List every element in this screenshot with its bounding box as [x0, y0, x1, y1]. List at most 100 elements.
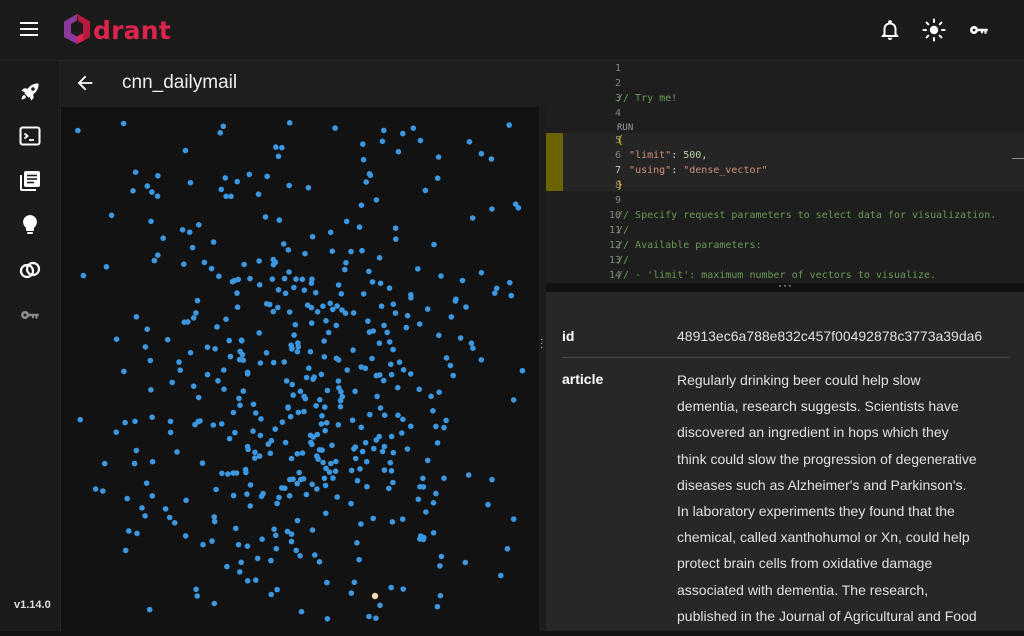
- vector-point[interactable]: [423, 509, 429, 515]
- vector-point[interactable]: [376, 255, 383, 261]
- vector-point[interactable]: [132, 418, 138, 425]
- vector-point[interactable]: [307, 348, 314, 355]
- vector-point[interactable]: [381, 467, 388, 473]
- vector-point[interactable]: [388, 371, 395, 378]
- vector-point[interactable]: [300, 476, 307, 482]
- vector-point[interactable]: [221, 386, 227, 393]
- vector-point[interactable]: [377, 280, 384, 287]
- vector-point[interactable]: [166, 514, 173, 521]
- vector-point[interactable]: [164, 336, 171, 343]
- key-icon[interactable]: [967, 18, 991, 42]
- vector-point[interactable]: [404, 446, 411, 452]
- vector-point[interactable]: [252, 455, 258, 461]
- menu-icon[interactable]: [20, 22, 38, 36]
- vector-point[interactable]: [504, 546, 511, 552]
- vector-point[interactable]: [470, 345, 476, 351]
- vector-point[interactable]: [462, 559, 469, 566]
- vector-point[interactable]: [400, 586, 407, 592]
- vector-point[interactable]: [395, 412, 401, 419]
- vector-point[interactable]: [314, 431, 321, 438]
- vector-point[interactable]: [443, 417, 449, 424]
- vector-point[interactable]: [392, 310, 399, 316]
- code-line[interactable]: 5{: [546, 133, 1024, 148]
- vector-point[interactable]: [299, 276, 306, 283]
- vector-point[interactable]: [512, 201, 519, 207]
- vector-point[interactable]: [204, 344, 211, 350]
- code-editor[interactable]: 1 2 3// Try me! 4 RUN 5{6 "limit": 500, 7 "usi…: [546, 61, 1024, 283]
- vector-point[interactable]: [435, 154, 442, 160]
- vector-point[interactable]: [433, 490, 439, 497]
- vector-point[interactable]: [329, 442, 335, 449]
- vector-point[interactable]: [144, 326, 150, 332]
- vector-point[interactable]: [293, 276, 299, 282]
- vector-point[interactable]: [286, 493, 293, 499]
- vector-point[interactable]: [438, 273, 444, 279]
- vector-point[interactable]: [294, 348, 301, 355]
- vector-point[interactable]: [233, 525, 239, 532]
- vector-point[interactable]: [335, 422, 342, 428]
- vector-point[interactable]: [267, 450, 274, 457]
- vector-point[interactable]: [286, 182, 292, 189]
- vector-point[interactable]: [269, 276, 276, 282]
- vector-point[interactable]: [321, 354, 328, 360]
- vector-point[interactable]: [360, 291, 367, 297]
- vector-point[interactable]: [101, 460, 108, 467]
- vector-point[interactable]: [286, 120, 293, 126]
- vector-point[interactable]: [244, 491, 250, 497]
- vector-point[interactable]: [309, 481, 315, 488]
- vector-point[interactable]: [431, 241, 437, 248]
- vector-point[interactable]: [298, 608, 305, 615]
- vector-point[interactable]: [324, 387, 331, 394]
- vector-point[interactable]: [193, 310, 199, 316]
- vector-point[interactable]: [389, 519, 396, 525]
- vector-point[interactable]: [364, 483, 370, 490]
- vector-point[interactable]: [320, 303, 326, 309]
- vector-point[interactable]: [121, 368, 127, 375]
- vector-point[interactable]: [100, 488, 106, 494]
- vector-point[interactable]: [457, 335, 464, 341]
- vector-point[interactable]: [358, 202, 365, 208]
- vector-point[interactable]: [270, 256, 277, 263]
- vector-point[interactable]: [239, 338, 245, 344]
- vector-point[interactable]: [256, 282, 263, 288]
- vector-point[interactable]: [323, 510, 329, 517]
- vector-point[interactable]: [430, 530, 437, 536]
- vector-point[interactable]: [365, 318, 371, 324]
- vector-point[interactable]: [430, 408, 436, 414]
- vector-point[interactable]: [194, 297, 201, 304]
- vector-point[interactable]: [214, 324, 220, 330]
- back-arrow-icon[interactable]: [74, 72, 96, 94]
- vector-point[interactable]: [354, 477, 361, 484]
- vector-point[interactable]: [124, 495, 130, 502]
- vector-point[interactable]: [465, 472, 472, 478]
- vector-point[interactable]: [80, 272, 87, 279]
- vector-point[interactable]: [155, 252, 161, 258]
- vector-point[interactable]: [262, 214, 269, 220]
- vector-point[interactable]: [189, 244, 196, 251]
- vector-point[interactable]: [223, 193, 229, 200]
- vector-point[interactable]: [334, 494, 341, 500]
- vector-point[interactable]: [238, 559, 244, 566]
- vector-point[interactable]: [332, 125, 338, 131]
- vector-point[interactable]: [392, 225, 399, 231]
- vector-point[interactable]: [358, 521, 364, 527]
- vector-point[interactable]: [388, 468, 395, 474]
- vector-point[interactable]: [420, 475, 426, 482]
- vector-point[interactable]: [333, 322, 340, 329]
- vector-point[interactable]: [450, 372, 457, 379]
- vector-point[interactable]: [276, 217, 283, 223]
- vector-point[interactable]: [510, 516, 517, 522]
- vector-point[interactable]: [257, 432, 264, 439]
- vector-point[interactable]: [247, 503, 253, 509]
- vector-point[interactable]: [213, 486, 219, 493]
- vector-point[interactable]: [313, 403, 319, 409]
- vector-point[interactable]: [217, 130, 223, 136]
- vector-point[interactable]: [282, 485, 288, 492]
- vector-point[interactable]: [379, 448, 386, 455]
- vector-point[interactable]: [318, 371, 325, 378]
- vector-point[interactable]: [453, 296, 459, 302]
- vector-point[interactable]: [304, 302, 311, 308]
- vector-point[interactable]: [92, 486, 99, 492]
- vector-point[interactable]: [420, 484, 427, 490]
- vector-point[interactable]: [281, 359, 287, 365]
